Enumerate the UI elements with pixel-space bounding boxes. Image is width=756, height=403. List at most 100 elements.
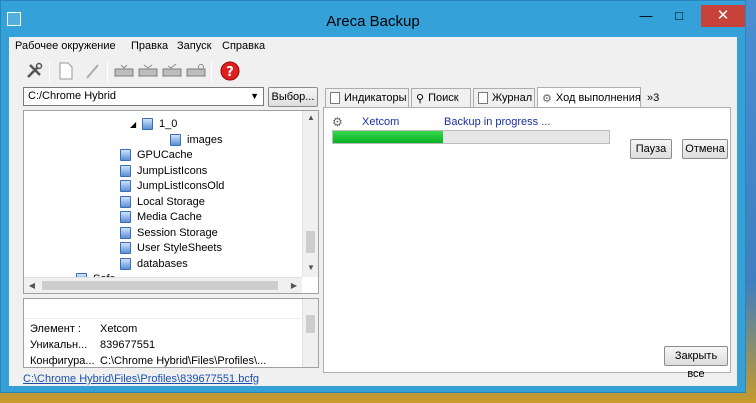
info-value: 839677551 [100,339,156,351]
new-document-icon[interactable] [55,60,77,82]
folder-icon [120,226,131,239]
tab-label: Журнал [492,92,533,104]
folder-icon [120,257,131,270]
task-status: Backup in progress ... [444,116,551,128]
tab-more[interactable]: »3 [643,88,669,107]
maximize-button[interactable]: □ [665,5,693,27]
app-window: Areca Backup — □ ✕ Рабочее окружение Пра… [0,0,746,393]
document-icon [478,92,488,104]
title-bar[interactable]: Areca Backup — □ ✕ [1,1,745,37]
workspace-path: C:/Chrome Hybrid [28,90,117,102]
help-icon[interactable]: ? [219,60,241,82]
config-file-link[interactable]: C:\Chrome Hybrid\Files\Profiles\83967755… [23,373,259,385]
edit-icon[interactable] [81,60,103,82]
gear-icon: ⚙ [332,115,343,129]
merge-icon[interactable] [137,60,159,82]
restore-icon[interactable] [185,60,207,82]
tab-journal[interactable]: Журнал [473,88,535,107]
tab-search[interactable]: ⚲ Поиск [411,88,471,107]
tab-label: Индикаторы [344,92,407,104]
tree-item-label: GPUCache [137,149,193,161]
tree-item[interactable]: JumpListIcons [108,163,207,179]
task-name: Xetcom [362,116,400,128]
info-value: Xetcom [100,323,138,335]
menu-run[interactable]: Запуск [177,40,211,52]
pause-button[interactable]: Пауза [630,139,672,159]
info-vscroll-thumb[interactable] [306,315,315,333]
chevron-down-icon: ▼ [250,91,259,101]
right-panel: Индикаторы ⚲ Поиск Журнал ⚙ Ход выполнен… [323,87,731,380]
scroll-left-icon[interactable]: ◀ [24,281,40,290]
scroll-down-icon[interactable]: ▼ [303,263,319,272]
menu-bar: Рабочее окружение Правка Запуск Справка [9,37,737,57]
tree-item-label: Media Cache [137,211,202,223]
tree-item[interactable]: databases [108,256,188,272]
tree-panel: ◢ 1_0images GPUCache JumpListIcons JumpListI… [23,110,319,294]
info-key: Конфигура... [30,355,95,367]
close-all-button[interactable]: Закрыть все [664,346,728,380]
toolbar: ? [9,57,737,87]
backup-icon[interactable] [113,60,135,82]
expand-arrow-icon[interactable]: ◢ [130,120,138,129]
tree-hscroll-thumb[interactable] [42,281,278,290]
gear-icon: ⚙ [542,92,552,105]
info-key: Уникальн... [30,339,88,351]
folder-icon [120,164,131,177]
folder-icon [120,242,131,254]
menu-edit[interactable]: Правка [131,40,168,52]
folder-icon [120,195,131,208]
tree-item[interactable]: GPUCache [108,147,193,163]
tree-item[interactable]: ◢ 1_0 [130,116,177,132]
scroll-up-icon[interactable]: ▲ [303,113,319,122]
scroll-right-icon[interactable]: ▶ [286,281,302,290]
info-panel: Элемент : Xetcom Уникальн... 839677551 К… [23,298,319,368]
menu-workspace[interactable]: Рабочее окружение [15,40,116,52]
tab-indicators[interactable]: Индикаторы [325,88,409,107]
tree-item[interactable]: images [158,132,222,148]
tree-item-label: images [187,133,223,146]
progress-bar [332,130,610,144]
tree-item-label: JumpListIconsOld [137,180,225,192]
menu-help[interactable]: Справка [222,40,265,52]
workspace-combo[interactable]: C:/Chrome Hybrid ▼ [23,87,264,106]
tree-item-label: Local Storage [137,195,205,208]
folder-icon [120,149,131,161]
tree-vscroll[interactable]: ▲ ▼ [302,111,318,277]
info-key: Элемент : [30,323,81,335]
document-icon [330,92,340,104]
browse-button[interactable]: Выбор... [268,87,318,107]
tab-progress[interactable]: ⚙ Ход выполнения [537,87,641,108]
tree-item-label: 1_0 [159,118,178,130]
folder-icon [120,180,131,192]
progress-tab-content: ⚙ Xetcom Backup in progress ... Пауза От… [323,107,731,380]
info-vscroll[interactable] [302,299,318,367]
tools-icon[interactable] [23,60,45,82]
check-icon[interactable] [161,60,183,82]
cancel-button[interactable]: Отмена [682,139,728,159]
progress-fill [333,131,444,143]
tab-label: Ход выполнения [555,92,641,104]
info-value: C:\Chrome Hybrid\Files\Profiles\... [100,355,267,367]
tree-item-label: User StyleSheets [137,242,222,254]
folder-icon [120,211,131,223]
folder-icon [142,118,153,130]
tree-item-label: Session Storage [137,226,218,239]
tree-item[interactable]: User StyleSheets [108,240,222,256]
tree-item-label: JumpListIcons [137,164,208,177]
tab-bar: Индикаторы ⚲ Поиск Журнал ⚙ Ход выполнен… [323,87,731,108]
tab-overflow-label: »3 [647,91,660,104]
tree-item[interactable]: Local Storage [108,194,205,210]
tab-label: Поиск [428,92,459,104]
minimize-button[interactable]: — [632,5,660,27]
client-area: Рабочее окружение Правка Запуск Справка [9,37,737,386]
svg-text:?: ? [226,65,234,80]
tree-item[interactable]: Media Cache [108,209,202,225]
tree-vscroll-thumb[interactable] [306,231,315,253]
close-button[interactable]: ✕ [701,5,745,27]
tree-hscroll[interactable]: ◀ ▶ [24,277,302,293]
tree-item[interactable]: Session Storage [108,225,218,241]
tree-item[interactable]: JumpListIconsOld [108,178,224,194]
tree-item-label: databases [137,257,188,270]
info-header [24,299,302,319]
folder-icon [170,133,181,146]
